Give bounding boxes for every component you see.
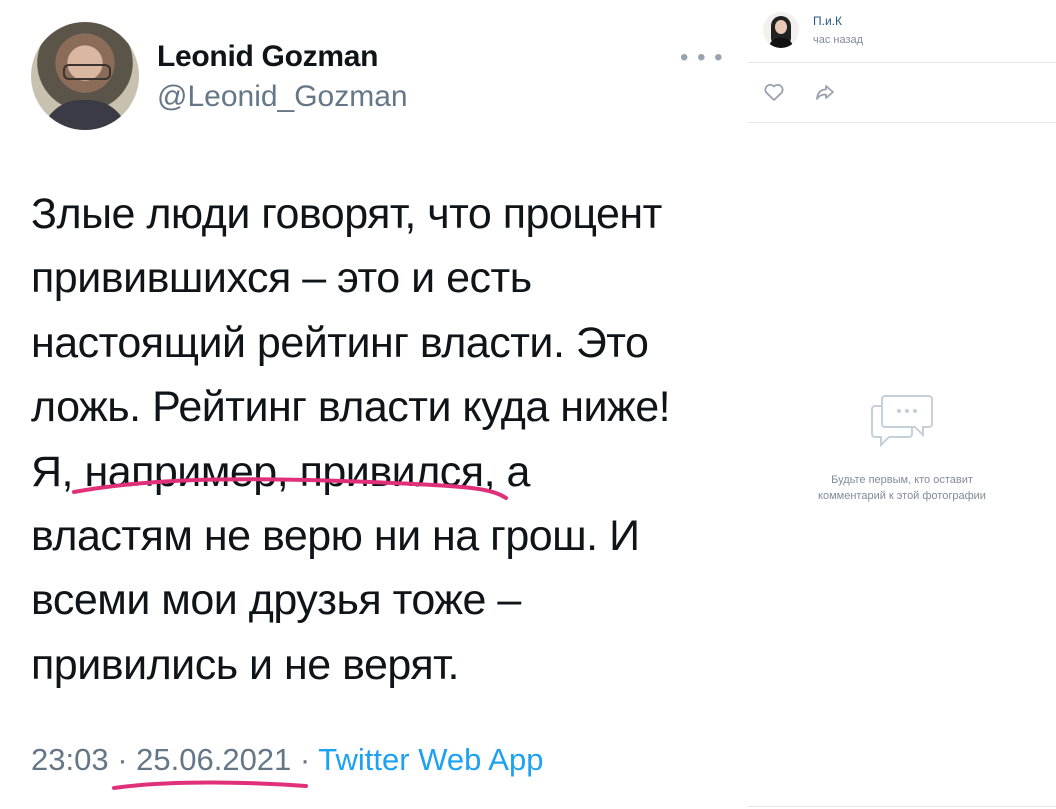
post-author-name[interactable]: П.и.К [813, 14, 842, 28]
ellipsis-icon[interactable]: • • • [680, 44, 724, 72]
tweet-text-line: Злые люди говорят, что процент [31, 190, 662, 238]
meta-separator: · [291, 742, 319, 777]
tweet-text-line: властям не верю ни на грош. И [31, 512, 640, 561]
pink-underline-annotation [112, 780, 308, 790]
tweet-text: Злые люди говорят, что процент прививших… [31, 182, 731, 697]
divider [747, 122, 1056, 123]
avatar-glasses [63, 64, 111, 80]
post-time[interactable]: час назад [813, 34, 863, 46]
avatar-face [775, 20, 787, 34]
comments-icon [871, 395, 933, 448]
author-handle[interactable]: @Leonid_Gozman [157, 80, 408, 114]
tweet-date[interactable]: 25.06.2021 [136, 742, 291, 777]
tweet-meta: 23:03 · 25.06.2021 · Twitter Web App [31, 742, 543, 778]
tweet-time[interactable]: 23:03 [31, 742, 109, 777]
author-name[interactable]: Leonid Gozman [157, 40, 378, 74]
tweet-text-line: настоящий рейтинг власти. Это [31, 318, 649, 367]
avatar-body [769, 38, 793, 48]
empty-comments-line: Будьте первым, кто оставит [831, 474, 973, 486]
tweet-text-line: привившихся – это и есть [31, 254, 532, 303]
empty-comments-line: комментарий к этой фотографии [818, 490, 986, 502]
photo-side-panel: П.и.К час назад Будьте первым, кто остав… [747, 0, 1056, 809]
tweet-card: Leonid Gozman @Leonid_Gozman • • • Злые … [0, 0, 745, 809]
pink-underline-annotation [72, 477, 508, 500]
tweet-text-line: всеми мои друзья тоже – [31, 576, 521, 625]
tweet-source-app[interactable]: Twitter Web App [318, 742, 543, 777]
meta-separator: · [108, 742, 137, 777]
empty-comments-message: Будьте первым, кто оставит комментарий к… [787, 472, 1017, 504]
author-avatar[interactable] [31, 22, 139, 130]
tweet-text-line: привились и не верят. [31, 640, 459, 689]
share-arrow-icon[interactable] [813, 80, 837, 104]
divider [747, 806, 1056, 807]
heart-icon[interactable] [762, 80, 786, 104]
user-avatar[interactable] [763, 12, 799, 48]
tweet-text-line: ложь. Рейтинг власти куда ниже! [31, 383, 671, 432]
divider [747, 62, 1056, 63]
avatar-shirt [41, 100, 129, 130]
